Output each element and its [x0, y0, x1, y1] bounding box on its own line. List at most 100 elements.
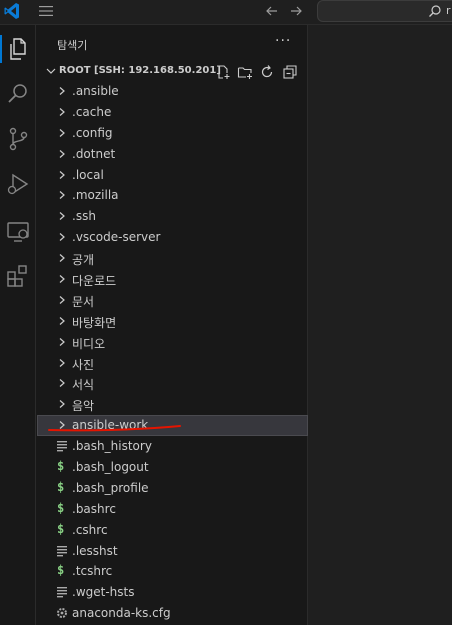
chevron-right-icon	[59, 275, 65, 283]
tree-item-label: .lesshst	[72, 543, 118, 558]
tree-item[interactable]: .wget-hsts	[37, 582, 308, 603]
new-folder-icon[interactable]	[237, 64, 253, 80]
tree-item[interactable]: 문서	[37, 290, 308, 311]
workspace-root-label: ROOT [SSH: 192.168.50.201]	[59, 65, 221, 76]
chevron-right-icon	[59, 149, 65, 158]
chevron-right-icon	[59, 295, 65, 304]
tree-item-label: 비디오	[72, 336, 106, 351]
explorer-header: 탐색기 ···	[37, 25, 308, 61]
chevron-right-icon	[59, 254, 65, 263]
chevron-right-icon	[59, 379, 65, 388]
tree-item[interactable]: $ .bashrc	[37, 499, 308, 520]
chevron-right-icon	[59, 170, 65, 179]
tree-item[interactable]: 공개	[37, 248, 308, 269]
tree-item-label: .bash_logout	[72, 460, 149, 475]
chevron-right-icon	[59, 400, 65, 409]
chevron-right-icon	[59, 337, 65, 346]
tree-item[interactable]: $ .bash_logout	[37, 457, 308, 478]
tree-item-label: .bashrc	[72, 501, 116, 516]
tree-item[interactable]: $ .cshrc	[37, 520, 308, 541]
tree-item-label: 바탕화면	[72, 315, 117, 330]
tree-item-label: 공개	[72, 253, 95, 268]
tree-item-label: .vscode-server	[72, 230, 161, 245]
tree-item-label: .cache	[72, 104, 112, 119]
tree-item-label: .cshrc	[72, 522, 108, 537]
tree-item-label: .bash_history	[72, 439, 152, 454]
chevron-right-icon	[59, 316, 65, 325]
tree-item[interactable]: .config	[37, 123, 308, 144]
tree-item[interactable]: 사진	[37, 353, 308, 374]
explorer-icon[interactable]	[4, 35, 32, 63]
tree-item-label: .config	[72, 125, 113, 140]
tree-item[interactable]: 서식	[37, 373, 308, 394]
tree-item[interactable]: .ssh	[37, 206, 308, 227]
tree-item-label: .wget-hsts	[72, 585, 135, 600]
search-icon	[429, 5, 441, 17]
chevron-right-icon	[59, 128, 65, 137]
run-debug-icon[interactable]	[4, 170, 32, 198]
tree-item[interactable]: .lesshst	[37, 541, 308, 562]
chevron-right-icon	[59, 107, 65, 116]
annotation-underline	[48, 425, 181, 432]
tree-item[interactable]: .cache	[37, 102, 308, 123]
command-center-text: r	[446, 4, 451, 17]
tree-item-label: 사진	[72, 357, 95, 372]
tree-item[interactable]: 바탕화면	[37, 311, 308, 332]
shell-file-icon: $	[57, 521, 65, 536]
tree-item[interactable]: .local	[37, 165, 308, 186]
text-file-icon	[57, 441, 67, 452]
editor-area	[308, 25, 452, 625]
tree-item-label: .ssh	[72, 209, 96, 224]
tree-item-label: .local	[72, 167, 104, 182]
tree-item-label: 다운로드	[72, 274, 117, 289]
shell-file-icon: $	[57, 563, 65, 578]
extensions-icon[interactable]	[4, 262, 32, 290]
chevron-right-icon	[59, 191, 65, 200]
collapse-all-icon[interactable]	[282, 64, 298, 80]
tree-item[interactable]: .vscode-server	[37, 227, 308, 248]
text-file-icon	[57, 545, 67, 556]
remote-explorer-icon[interactable]	[4, 218, 32, 246]
go-back-icon[interactable]	[264, 3, 280, 19]
shell-file-icon: $	[57, 479, 65, 494]
title-bar: r	[0, 0, 452, 25]
chevron-down-icon	[46, 68, 56, 74]
new-file-icon[interactable]	[215, 64, 231, 80]
menu-icon[interactable]	[38, 5, 54, 17]
command-center-search[interactable]: r	[317, 0, 452, 22]
tree-item[interactable]: anaconda-ks.cfg	[37, 603, 308, 624]
explorer-title: 탐색기	[57, 39, 88, 52]
tree-item-label: .dotnet	[72, 146, 116, 161]
tree-item[interactable]: .dotnet	[37, 144, 308, 165]
tree-item[interactable]: $ .bash_profile	[37, 478, 308, 499]
active-view-indicator	[0, 35, 2, 63]
tree-item[interactable]: 음악	[37, 394, 308, 415]
tree-item-label: .ansible	[72, 84, 119, 98]
refresh-icon[interactable]	[259, 64, 275, 80]
tree-item-label: .mozilla	[72, 188, 119, 203]
tree-item-label: anaconda-ks.cfg	[72, 606, 171, 621]
tree-item-label: .bash_profile	[72, 480, 149, 495]
activity-bar	[0, 25, 36, 625]
search-view-icon[interactable]	[4, 80, 32, 108]
shell-file-icon: $	[57, 500, 65, 515]
explorer-sidebar: 탐색기 ··· ROOT [SSH: 192.168.50.201] .ansi…	[37, 25, 308, 625]
gear-icon	[57, 608, 67, 619]
tree-item-label: 문서	[72, 294, 95, 309]
shell-file-icon: $	[57, 459, 65, 474]
more-actions-button[interactable]: ···	[275, 33, 291, 49]
workspace-root-header[interactable]: ROOT [SSH: 192.168.50.201]	[37, 61, 308, 83]
chevron-right-icon	[59, 87, 65, 95]
source-control-icon[interactable]	[4, 125, 32, 153]
tree-item[interactable]: .mozilla	[37, 185, 308, 206]
tree-item[interactable]: 다운로드	[37, 269, 308, 290]
chevron-right-icon	[59, 233, 65, 242]
tree-item[interactable]: .ansible	[37, 81, 308, 102]
tree-item[interactable]: .bash_history	[37, 436, 308, 457]
tree-item[interactable]: 비디오	[37, 332, 308, 353]
tree-item-label: 서식	[72, 378, 95, 393]
tree-item-label: .tcshrc	[72, 564, 113, 579]
chevron-right-icon	[59, 358, 65, 367]
go-forward-icon[interactable]	[288, 3, 304, 19]
tree-item[interactable]: $ .tcshrc	[37, 561, 308, 582]
